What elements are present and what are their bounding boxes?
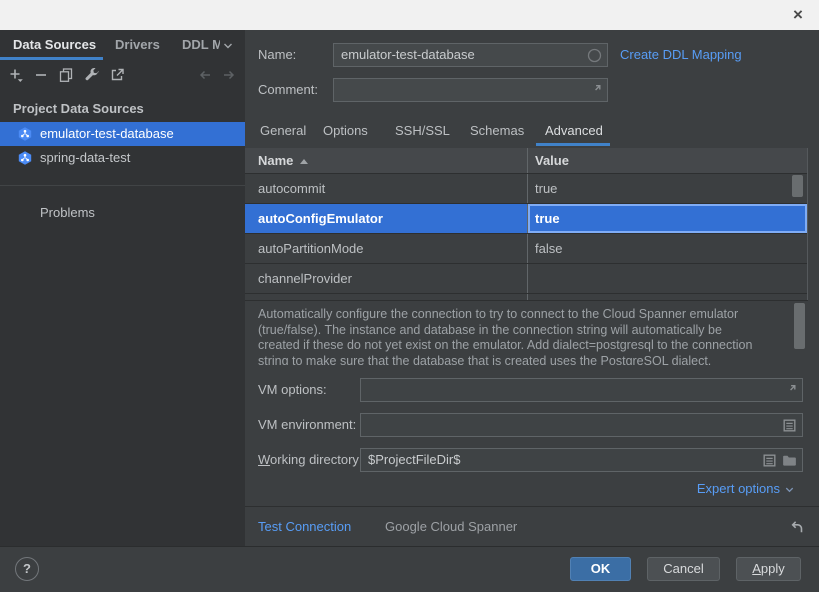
expert-options-link[interactable]: Expert options [697, 480, 795, 498]
driver-name-label: Google Cloud Spanner [385, 513, 517, 541]
forward-icon[interactable] [221, 67, 237, 83]
property-name: channelProvider [245, 264, 528, 293]
dialog-titlebar: × [0, 0, 819, 30]
property-description-text: Automatically configure the connection t… [258, 307, 765, 365]
cloud-spanner-icon [17, 126, 33, 142]
main-panel: Name: emulator-test-database Create DDL … [245, 30, 819, 546]
tab-general[interactable]: General [260, 118, 306, 143]
description-scrollbar[interactable] [794, 303, 805, 349]
cloud-spanner-icon [17, 150, 33, 166]
chevron-down-icon [784, 484, 795, 495]
ok-button[interactable]: OK [570, 557, 631, 581]
property-value[interactable]: true [528, 174, 807, 203]
test-connection-link[interactable]: Test Connection [258, 513, 351, 541]
column-header-value[interactable]: Value [528, 148, 807, 173]
tab-schemas[interactable]: Schemas [470, 118, 524, 143]
table-row[interactable]: channelProvider [245, 264, 807, 294]
dialog-footer: ? OK Cancel Apply [0, 546, 819, 592]
property-value[interactable]: true [528, 204, 807, 233]
tab-ssh-ssl[interactable]: SSH/SSL [395, 118, 450, 143]
vm-options-input[interactable] [360, 378, 803, 402]
property-name: autocommit [245, 174, 528, 203]
comment-label: Comment: [258, 78, 318, 102]
variables-list-icon[interactable] [781, 417, 798, 434]
table-row[interactable]: autocommit true [245, 174, 807, 204]
help-icon[interactable]: ? [15, 557, 39, 581]
close-icon[interactable]: × [786, 3, 810, 27]
working-directory-input[interactable]: $ProjectFileDir$ [360, 448, 803, 472]
remove-data-source-icon[interactable] [33, 67, 49, 83]
expand-icon[interactable] [781, 382, 798, 399]
tab-options[interactable]: Options [323, 118, 368, 143]
table-row[interactable]: autoPartitionMode false [245, 234, 807, 264]
comment-input[interactable] [333, 78, 608, 102]
name-input[interactable]: emulator-test-database [333, 43, 608, 67]
undo-icon[interactable] [788, 519, 805, 536]
tabs-chevron-down-icon[interactable] [222, 40, 234, 52]
folder-browse-icon[interactable] [781, 452, 798, 469]
sidebar: Data Sources Drivers DDL M [0, 30, 245, 546]
sidebar-divider [0, 185, 245, 186]
sidebar-toolbar [0, 60, 245, 92]
back-icon[interactable] [197, 67, 213, 83]
data-sources-dialog: × Data Sources Drivers DDL M [0, 0, 819, 592]
apply-button[interactable]: Apply [736, 557, 801, 581]
property-value[interactable]: false [528, 234, 807, 263]
table-row-selected[interactable]: autoConfigEmulator true [245, 204, 807, 234]
table-header-row: Name Value [245, 148, 807, 174]
vm-environment-label: VM environment: [258, 413, 356, 437]
property-name: autoPartitionMode [245, 234, 528, 263]
duplicate-icon[interactable] [58, 67, 74, 83]
tab-data-sources[interactable]: Data Sources [13, 30, 96, 57]
name-label: Name: [258, 43, 296, 67]
sidebar-item-problems[interactable]: Problems [40, 202, 95, 224]
sidebar-item-emulator-test-database[interactable]: emulator-test-database [0, 122, 245, 146]
sort-asc-icon [300, 159, 308, 164]
property-description-panel: Automatically configure the connection t… [245, 300, 808, 374]
variables-list-icon[interactable] [761, 452, 778, 469]
table-scrollbar[interactable] [792, 175, 803, 197]
sync-circle-icon[interactable] [586, 47, 603, 64]
section-title-project-data-sources: Project Data Sources [13, 101, 144, 116]
advanced-properties-table: Name Value autocommit true autoConfigEmu… [245, 148, 808, 300]
vm-environment-input[interactable] [360, 413, 803, 437]
add-data-source-icon[interactable] [8, 67, 24, 83]
tab-advanced[interactable]: Advanced [545, 118, 603, 143]
separator [245, 506, 819, 507]
export-icon[interactable] [109, 67, 125, 83]
property-name: autoConfigEmulator [245, 204, 528, 233]
working-directory-label: Working directory: [258, 448, 363, 472]
tab-drivers[interactable]: Drivers [115, 30, 160, 57]
cancel-button[interactable]: Cancel [647, 557, 720, 581]
create-ddl-mapping-link[interactable]: Create DDL Mapping [620, 43, 742, 67]
sidebar-item-spring-data-test[interactable]: spring-data-test [0, 146, 245, 170]
name-value: emulator-test-database [341, 47, 475, 62]
column-header-name[interactable]: Name [245, 148, 528, 173]
selected-tab-underline [536, 143, 610, 146]
vm-options-label: VM options: [258, 378, 327, 402]
property-value[interactable] [528, 264, 807, 293]
data-source-label: spring-data-test [40, 146, 130, 170]
wrench-icon[interactable] [84, 67, 100, 83]
working-directory-value: $ProjectFileDir$ [368, 452, 460, 467]
tab-ddl-mappings[interactable]: DDL M [182, 30, 220, 57]
data-source-label: emulator-test-database [40, 122, 174, 146]
expand-icon[interactable] [586, 82, 603, 99]
